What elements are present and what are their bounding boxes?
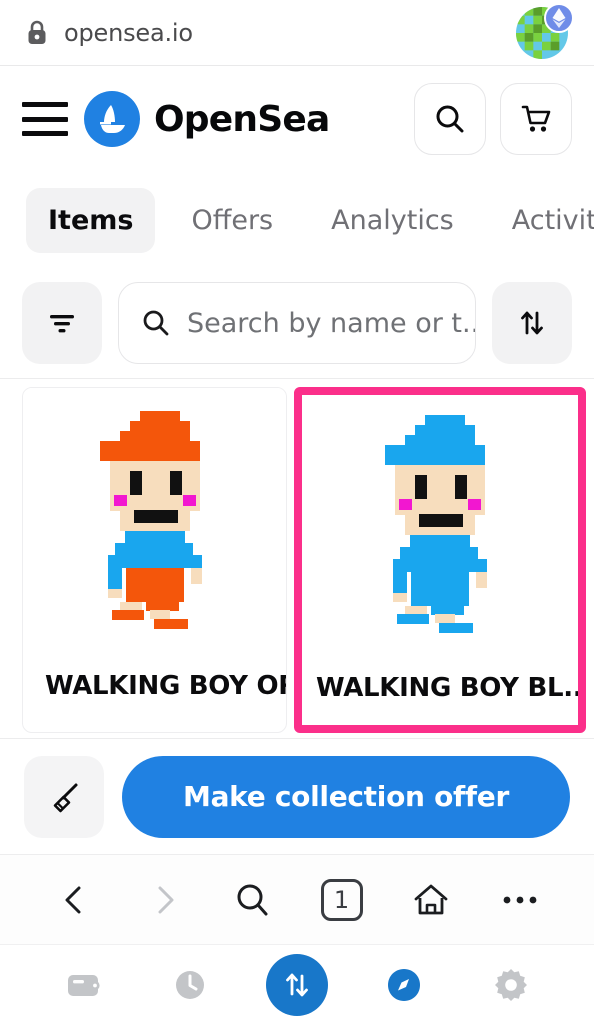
- site-header: OpenSea: [0, 66, 594, 172]
- search-placeholder: Search by name or t...: [187, 307, 476, 339]
- tab-history[interactable]: [157, 952, 223, 1018]
- lock-icon: [24, 18, 50, 48]
- app-root: opensea.io OpenSea Items Offers Analytic…: [0, 0, 594, 1024]
- home-icon: [414, 884, 447, 914]
- browser-url-bar[interactable]: opensea.io: [0, 0, 594, 66]
- search-icon: [237, 884, 267, 915]
- chevron-right-forward-icon: [158, 886, 173, 913]
- item-title: WALKING BOY BL...: [316, 673, 578, 703]
- header-search-button[interactable]: [414, 83, 486, 155]
- forward-button[interactable]: [129, 865, 199, 935]
- gear-settings-icon: [494, 968, 527, 1001]
- sweep-button[interactable]: [24, 755, 104, 838]
- item-card-orange[interactable]: WALKING BOY OR...: [22, 387, 287, 733]
- site-wordmark: OpenSea: [154, 98, 330, 140]
- more-options-button[interactable]: [485, 865, 555, 935]
- tab-activity[interactable]: Activity: [490, 188, 594, 253]
- filter-funnel-icon: [50, 315, 74, 333]
- url-text: opensea.io: [64, 18, 193, 47]
- walking-boy-blue-sprite: [385, 415, 487, 633]
- tab-offers[interactable]: Offers: [169, 188, 295, 253]
- tab-wallet[interactable]: [50, 952, 116, 1018]
- search-input[interactable]: Search by name or t...: [118, 282, 476, 364]
- browser-search-button[interactable]: [218, 865, 288, 935]
- broom-sweep-icon: [53, 783, 78, 812]
- wallet-tab-bar: [0, 944, 594, 1024]
- tab-browser[interactable]: [371, 952, 437, 1018]
- home-button[interactable]: [396, 865, 466, 935]
- item-title: WALKING BOY OR...: [45, 671, 286, 701]
- tab-settings[interactable]: [478, 952, 544, 1018]
- filter-button[interactable]: [22, 282, 102, 364]
- header-actions: [414, 83, 572, 155]
- compass-browser-icon: [387, 968, 420, 1001]
- items-grid-container: WALKING BOY OR...: [0, 378, 594, 738]
- more-ellipsis-icon: [503, 896, 536, 903]
- clock-history-icon: [176, 970, 205, 999]
- hamburger-menu-icon[interactable]: [22, 102, 68, 136]
- collection-tabs: Items Offers Analytics Activity: [0, 172, 594, 268]
- tab-swap[interactable]: [264, 952, 330, 1018]
- sort-button[interactable]: [492, 282, 572, 364]
- item-card-blue-selected[interactable]: WALKING BOY BL...: [294, 387, 586, 733]
- tab-count-icon: 1: [320, 878, 363, 921]
- back-button[interactable]: [40, 865, 110, 935]
- swap-arrows-icon: [265, 953, 328, 1016]
- ethereum-badge-icon: [544, 2, 574, 33]
- tab-items[interactable]: Items: [26, 187, 156, 253]
- items-grid: WALKING BOY OR...: [0, 379, 594, 733]
- opensea-sailboat-logo-icon[interactable]: [84, 91, 140, 147]
- tab-analytics[interactable]: Analytics: [309, 188, 476, 253]
- search-icon: [436, 105, 464, 133]
- wallet-icon: [68, 974, 100, 996]
- filter-toolbar: Search by name or t...: [0, 268, 594, 378]
- browser-navigation-bar: 1: [0, 854, 594, 944]
- item-thumbnail: [23, 388, 286, 653]
- tab-count-button[interactable]: 1: [307, 865, 377, 935]
- search-icon: [143, 310, 169, 336]
- shopping-cart-icon: [521, 105, 551, 132]
- collection-offer-bar: Make collection offer: [0, 738, 594, 854]
- make-collection-offer-button[interactable]: Make collection offer: [122, 755, 570, 838]
- avatar[interactable]: [516, 2, 574, 61]
- walking-boy-orange-sprite: [99, 410, 202, 629]
- tab-count-value: 1: [333, 885, 350, 914]
- header-cart-button[interactable]: [500, 83, 572, 155]
- item-thumbnail: [302, 395, 578, 655]
- sort-updown-arrows-icon: [521, 311, 543, 335]
- chevron-left-back-icon: [65, 886, 80, 913]
